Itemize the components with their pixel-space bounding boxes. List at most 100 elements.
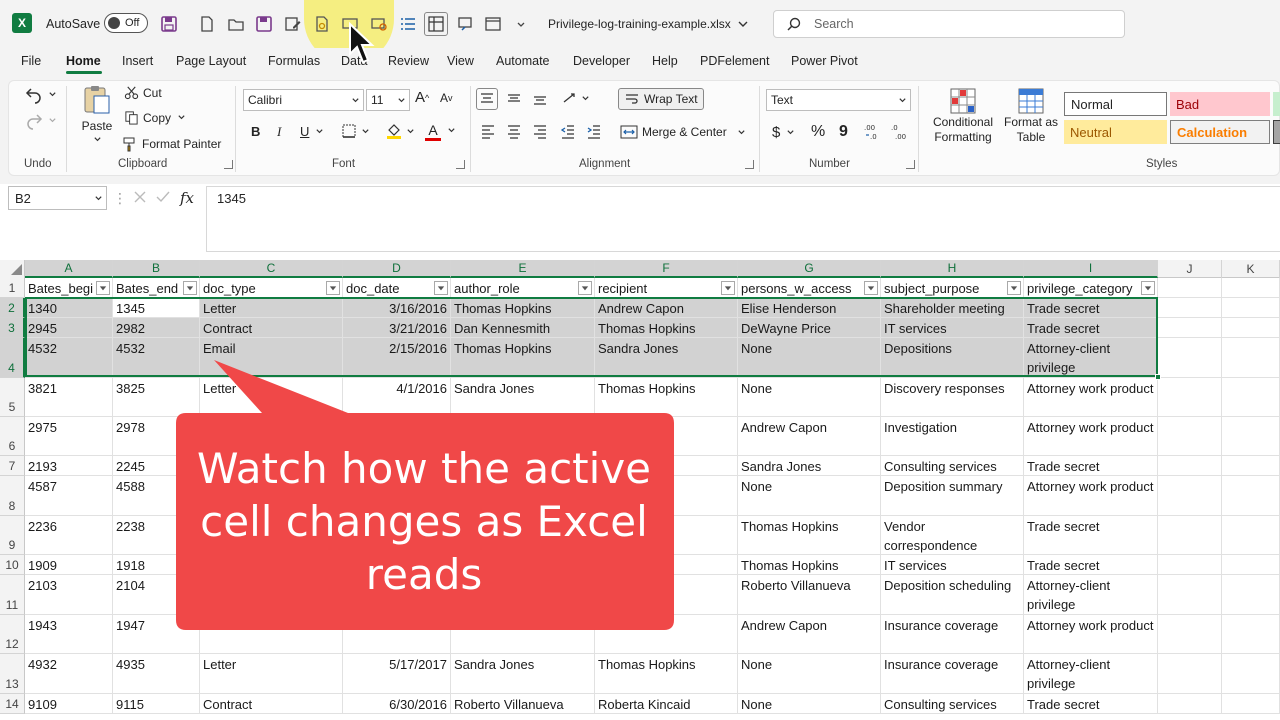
tab-view[interactable]: View — [447, 54, 474, 68]
save-icon[interactable] — [157, 12, 181, 36]
cell[interactable] — [1158, 298, 1222, 318]
row-header[interactable]: 1 — [0, 278, 25, 298]
filter-dropdown-icon[interactable] — [96, 281, 110, 295]
tab-formulas[interactable]: Formulas — [268, 54, 320, 68]
font-color-dropdown[interactable] — [447, 126, 456, 135]
cell[interactable] — [1222, 456, 1280, 476]
style-neutral[interactable]: Neutral — [1064, 120, 1167, 144]
cell[interactable] — [1222, 694, 1280, 714]
tab-pdfelement[interactable]: PDFelement — [700, 54, 769, 68]
filter-dropdown-icon[interactable] — [434, 281, 448, 295]
cell[interactable]: None — [738, 476, 881, 516]
print-preview-icon[interactable] — [310, 12, 334, 36]
cell[interactable]: Thomas Hopkins — [595, 318, 738, 338]
column-header-i[interactable]: I — [1024, 260, 1158, 278]
cell[interactable]: 4532 — [25, 338, 113, 378]
list-icon[interactable] — [396, 12, 420, 36]
row-header[interactable]: 10 — [0, 555, 25, 575]
align-top-button[interactable] — [476, 88, 498, 110]
row-header[interactable]: 14 — [0, 694, 25, 714]
style-check-partial[interactable] — [1273, 120, 1280, 144]
cell[interactable]: Insurance coverage — [881, 615, 1024, 654]
cell[interactable]: Email — [200, 338, 343, 378]
row-header[interactable]: 8 — [0, 476, 25, 516]
cell[interactable]: IT services — [881, 555, 1024, 575]
column-header-cell[interactable]: privilege_category — [1024, 278, 1158, 298]
increase-decimal-button[interactable]: .00.0 — [864, 122, 886, 140]
cell[interactable]: 4935 — [113, 654, 200, 694]
cell[interactable]: Trade secret — [1024, 456, 1158, 476]
cell[interactable]: 9109 — [25, 694, 113, 714]
cell[interactable] — [1158, 555, 1222, 575]
cell[interactable] — [1222, 654, 1280, 694]
cell[interactable] — [1158, 575, 1222, 615]
filter-dropdown-icon[interactable] — [1141, 281, 1155, 295]
filter-dropdown-icon[interactable] — [864, 281, 878, 295]
edit-icon[interactable] — [281, 12, 305, 36]
filter-dropdown-icon[interactable] — [326, 281, 340, 295]
cell[interactable] — [343, 615, 451, 654]
cell[interactable] — [1222, 615, 1280, 654]
column-header-j[interactable]: J — [1158, 260, 1222, 278]
cell[interactable]: Attorney-client privilege — [1024, 575, 1158, 615]
cell[interactable]: 5/17/2017 — [343, 654, 451, 694]
save-as-icon[interactable] — [252, 12, 276, 36]
column-header-cell[interactable]: persons_w_access — [738, 278, 881, 298]
tab-page-layout[interactable]: Page Layout — [176, 54, 246, 68]
font-launcher-icon[interactable] — [456, 160, 465, 169]
column-header-d[interactable]: D — [343, 260, 451, 278]
grow-font-button[interactable]: A ^ — [415, 89, 429, 106]
cell[interactable] — [1222, 318, 1280, 338]
column-header-e[interactable]: E — [451, 260, 595, 278]
row-header[interactable]: 11 — [0, 575, 25, 615]
cell[interactable]: Sandra Jones — [738, 456, 881, 476]
cell[interactable]: Sandra Jones — [595, 338, 738, 378]
cell[interactable] — [451, 615, 595, 654]
paste-button[interactable]: Paste — [80, 84, 114, 144]
italic-button[interactable]: I — [277, 124, 281, 140]
cell[interactable]: Andrew Capon — [595, 298, 738, 318]
cut-button[interactable]: Cut — [124, 85, 162, 100]
cell[interactable]: 1947 — [113, 615, 200, 654]
column-header-cell[interactable]: doc_type — [200, 278, 343, 298]
row-header[interactable]: 2 — [0, 298, 25, 318]
cell[interactable]: Thomas Hopkins — [738, 516, 881, 555]
decrease-decimal-icon[interactable]: .0.00 — [891, 122, 913, 140]
cell[interactable]: 9115 — [113, 694, 200, 714]
cell[interactable] — [200, 615, 343, 654]
cell[interactable]: Trade secret — [1024, 318, 1158, 338]
column-header-h[interactable]: H — [881, 260, 1024, 278]
cell[interactable]: Letter — [200, 298, 343, 318]
cell[interactable]: Letter — [200, 378, 343, 417]
cell[interactable]: Letter — [200, 654, 343, 694]
tab-insert[interactable]: Insert — [122, 54, 153, 68]
cell[interactable]: Thomas Hopkins — [595, 378, 738, 417]
column-header-cell[interactable]: author_role — [451, 278, 595, 298]
cell[interactable]: Roberto Villanueva — [451, 694, 595, 714]
cell[interactable]: Trade secret — [1024, 694, 1158, 714]
cell[interactable] — [1158, 378, 1222, 417]
currency-button[interactable]: $ — [772, 124, 795, 141]
redo-button[interactable] — [24, 110, 57, 130]
style-normal[interactable]: Normal — [1064, 92, 1167, 116]
align-right-button[interactable] — [532, 123, 548, 139]
cell[interactable] — [1158, 694, 1222, 714]
cell[interactable]: Thomas Hopkins — [451, 338, 595, 378]
alignment-launcher-icon[interactable] — [745, 160, 754, 169]
filter-dropdown-icon[interactable] — [1007, 281, 1021, 295]
borders-button[interactable] — [341, 123, 370, 139]
comma-style-button[interactable]: 9 — [839, 123, 848, 141]
align-left-button[interactable] — [480, 123, 496, 139]
customize-qat-icon[interactable] — [509, 12, 533, 36]
tab-automate[interactable]: Automate — [496, 54, 550, 68]
cell[interactable]: Contract — [200, 318, 343, 338]
cancel-entry-icon[interactable] — [132, 189, 148, 205]
cell[interactable] — [1222, 338, 1280, 378]
row-header[interactable]: 6 — [0, 417, 25, 456]
format-painter-button[interactable]: Format Painter — [122, 136, 221, 152]
cell[interactable]: Andrew Capon — [738, 615, 881, 654]
clipboard-launcher-icon[interactable] — [224, 160, 233, 169]
undo-button[interactable] — [24, 84, 57, 104]
cell[interactable]: 2/15/2016 — [343, 338, 451, 378]
number-format-select[interactable]: Text — [766, 89, 911, 111]
